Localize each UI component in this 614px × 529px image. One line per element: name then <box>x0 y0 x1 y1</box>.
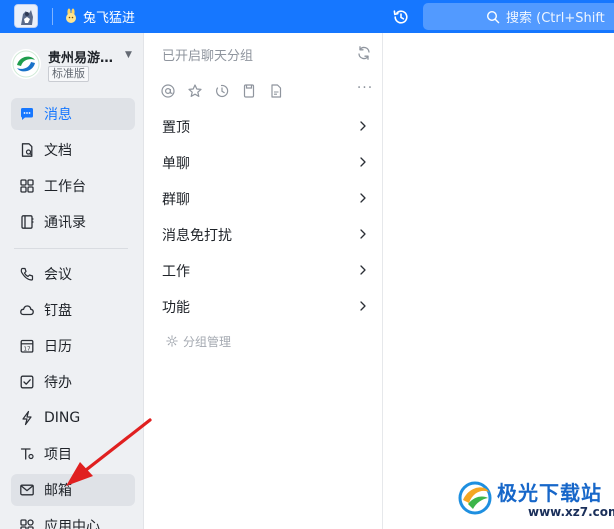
chevron-right-icon <box>360 193 366 203</box>
group-label: 群聊 <box>162 192 190 208</box>
nav-label: 日历 <box>44 339 72 355</box>
left-nav: 贵州易游… ▼ 标准版 消息 文档 工作台 通讯录 会议 钉盘 17 日历 待办… <box>0 33 144 529</box>
star-icon[interactable] <box>186 82 204 100</box>
org-logo-icon <box>12 50 40 78</box>
nav-label: DING <box>44 410 81 426</box>
nav-label: 工作台 <box>44 179 86 195</box>
chevron-right-icon <box>360 157 366 167</box>
nav-item-messages[interactable]: 消息 <box>11 98 135 130</box>
group-row-functions[interactable]: 功能 <box>145 289 382 325</box>
nav-label: 应用中心 <box>44 519 100 529</box>
watermark-url: www.xz7.com <box>528 505 614 519</box>
group-row-pinned[interactable]: 置顶 <box>145 109 382 145</box>
nav-divider <box>14 248 128 249</box>
nav-item-contacts[interactable]: 通讯录 <box>11 206 135 238</box>
watermark-title: 极光下载站 <box>497 481 602 505</box>
nav-item-meetings[interactable]: 会议 <box>11 258 135 290</box>
gear-icon <box>166 335 178 347</box>
group-label: 工作 <box>162 264 190 280</box>
project-icon <box>19 446 35 462</box>
group-label: 消息免打扰 <box>162 228 232 244</box>
svg-text:17: 17 <box>24 346 31 352</box>
phone-meeting-icon <box>19 266 35 282</box>
nav-item-workbench[interactable]: 工作台 <box>11 170 135 202</box>
group-row-single-chat[interactable]: 单聊 <box>145 145 382 181</box>
mention-icon[interactable] <box>159 82 177 100</box>
nav-item-mail[interactable]: 邮箱 <box>11 474 135 506</box>
lightning-icon <box>19 410 35 426</box>
user-avatar[interactable] <box>14 4 38 28</box>
search-input[interactable]: 搜索 (Ctrl+Shift <box>423 3 614 30</box>
nav-label: 待办 <box>44 375 72 391</box>
org-logo <box>11 49 41 79</box>
history-button[interactable] <box>390 6 412 28</box>
avatar-illustration-icon <box>15 5 37 27</box>
chevron-right-icon <box>360 301 366 311</box>
nav-item-projects[interactable]: 项目 <box>11 438 135 470</box>
document-icon <box>19 142 35 158</box>
nav-label: 文档 <box>44 143 72 159</box>
account-name: 兔飞猛进 <box>83 10 136 26</box>
history-clock-icon <box>393 10 408 24</box>
contacts-book-icon <box>19 214 35 230</box>
nav-item-calendar[interactable]: 17 日历 <box>11 330 135 362</box>
chevron-right-icon <box>360 229 366 239</box>
search-icon <box>486 10 500 23</box>
nav-label: 钉盘 <box>44 303 72 319</box>
org-switcher[interactable]: 贵州易游… ▼ 标准版 <box>11 45 139 83</box>
nav-label: 项目 <box>44 447 72 463</box>
group-row-work[interactable]: 工作 <box>145 253 382 289</box>
group-row-do-not-disturb[interactable]: 消息免打扰 <box>145 217 382 253</box>
nav-item-app-center[interactable]: 应用中心 <box>11 510 135 529</box>
site-watermark: 极光下载站 www.xz7.com <box>455 472 614 529</box>
message-icon <box>19 106 35 122</box>
nav-label: 会议 <box>44 267 72 283</box>
caret-down-icon: ▼ <box>125 50 132 60</box>
todo-check-icon <box>19 374 35 390</box>
group-label: 置顶 <box>162 120 190 136</box>
account-switcher[interactable]: 兔飞猛进 <box>63 6 135 26</box>
top-bar: 兔飞猛进 搜索 (Ctrl+Shift <box>0 0 614 33</box>
chevron-right-icon <box>360 265 366 275</box>
group-manage-button[interactable]: 分组管理 <box>166 332 231 350</box>
nav-label: 消息 <box>44 107 72 123</box>
group-label: 功能 <box>162 300 190 316</box>
panel-header: 已开启聊天分组 <box>162 49 254 64</box>
main-content-area <box>384 33 614 529</box>
save-icon[interactable] <box>240 82 258 100</box>
nav-item-drive[interactable]: 钉盘 <box>11 294 135 326</box>
clock-icon[interactable] <box>213 82 231 100</box>
app-center-icon <box>19 518 35 529</box>
group-manage-label: 分组管理 <box>183 334 232 349</box>
group-row-group-chat[interactable]: 群聊 <box>145 181 382 217</box>
refresh-icon <box>358 46 370 60</box>
search-placeholder: 搜索 (Ctrl+Shift <box>506 11 605 26</box>
org-edition-badge: 标准版 <box>48 66 89 82</box>
refresh-button[interactable] <box>355 44 373 62</box>
mail-icon <box>19 482 35 498</box>
rabbit-icon <box>63 8 79 24</box>
org-name: 贵州易游… <box>48 51 114 66</box>
nav-label: 邮箱 <box>44 483 72 499</box>
chevron-right-icon <box>360 121 366 131</box>
calendar-icon: 17 <box>19 338 35 354</box>
filter-row: ··· <box>159 81 377 101</box>
nav-item-todo[interactable]: 待办 <box>11 366 135 398</box>
chat-group-panel: 已开启聊天分组 ··· 置顶 单聊 群聊 消息免打扰 工作 功能 分组管理 <box>145 33 383 529</box>
cloud-drive-icon <box>19 302 35 318</box>
nav-item-documents[interactable]: 文档 <box>11 134 135 166</box>
more-options-icon[interactable]: ··· <box>356 81 374 99</box>
file-icon[interactable] <box>267 82 285 100</box>
group-label: 单聊 <box>162 156 190 172</box>
nav-label: 通讯录 <box>44 215 86 231</box>
topbar-divider <box>52 8 53 25</box>
nav-item-ding[interactable]: DING <box>11 402 135 434</box>
workbench-grid-icon <box>19 178 35 194</box>
aurora-logo-icon <box>458 481 492 515</box>
